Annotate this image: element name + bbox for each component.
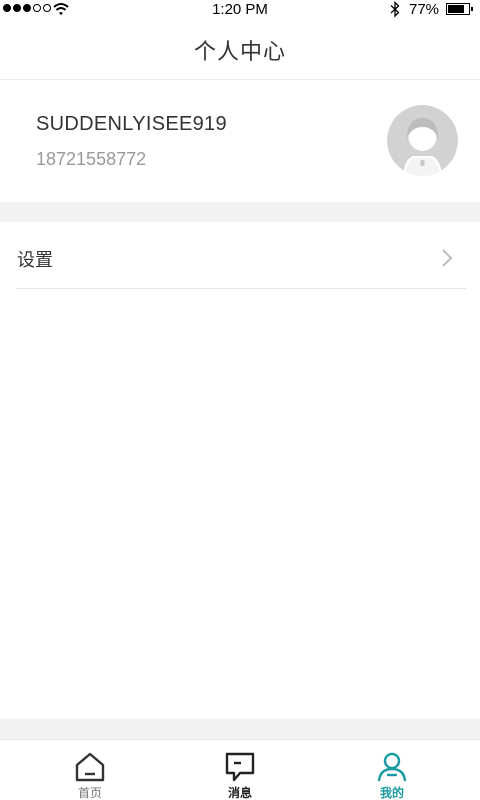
tab-label: 我的 xyxy=(379,786,404,800)
battery-percent: 77% xyxy=(409,1,440,18)
tab-home[interactable]: 首页 xyxy=(40,740,140,800)
tab-mine[interactable]: 我的 xyxy=(342,740,442,800)
status-time: 1:20 PM xyxy=(212,1,268,18)
tab-label: 消息 xyxy=(227,786,252,800)
tab-label: 首页 xyxy=(77,786,102,800)
tab-messages[interactable]: 消息 xyxy=(190,740,290,800)
home-icon xyxy=(75,752,105,782)
divider xyxy=(16,288,466,289)
username: SUDDENLYISEE919 xyxy=(36,113,227,135)
section-separator xyxy=(0,202,480,222)
phone-number: 18721558772 xyxy=(36,149,147,169)
chevron-right-icon xyxy=(442,249,453,267)
menu-item-label: 设置 xyxy=(17,250,53,271)
menu-item-settings[interactable]: 设置 xyxy=(0,222,480,288)
avatar[interactable] xyxy=(387,105,458,176)
profile-screen: 1:20 PM 77% 个人中心 SUDDENLYISEE919 1872155… xyxy=(0,0,480,800)
default-avatar-icon xyxy=(387,105,458,176)
battery-icon xyxy=(446,3,473,15)
user-icon xyxy=(377,752,407,782)
message-icon xyxy=(225,752,255,782)
section-separator-bottom xyxy=(0,719,480,739)
nav-header: 个人中心 xyxy=(0,20,480,80)
page-title: 个人中心 xyxy=(193,40,286,65)
bluetooth-icon xyxy=(390,1,400,18)
tab-bar: 首页 消息 我的 xyxy=(0,739,480,800)
status-bar: 1:20 PM 77% xyxy=(0,0,480,20)
profile-card[interactable]: SUDDENLYISEE919 18721558772 xyxy=(0,80,480,202)
